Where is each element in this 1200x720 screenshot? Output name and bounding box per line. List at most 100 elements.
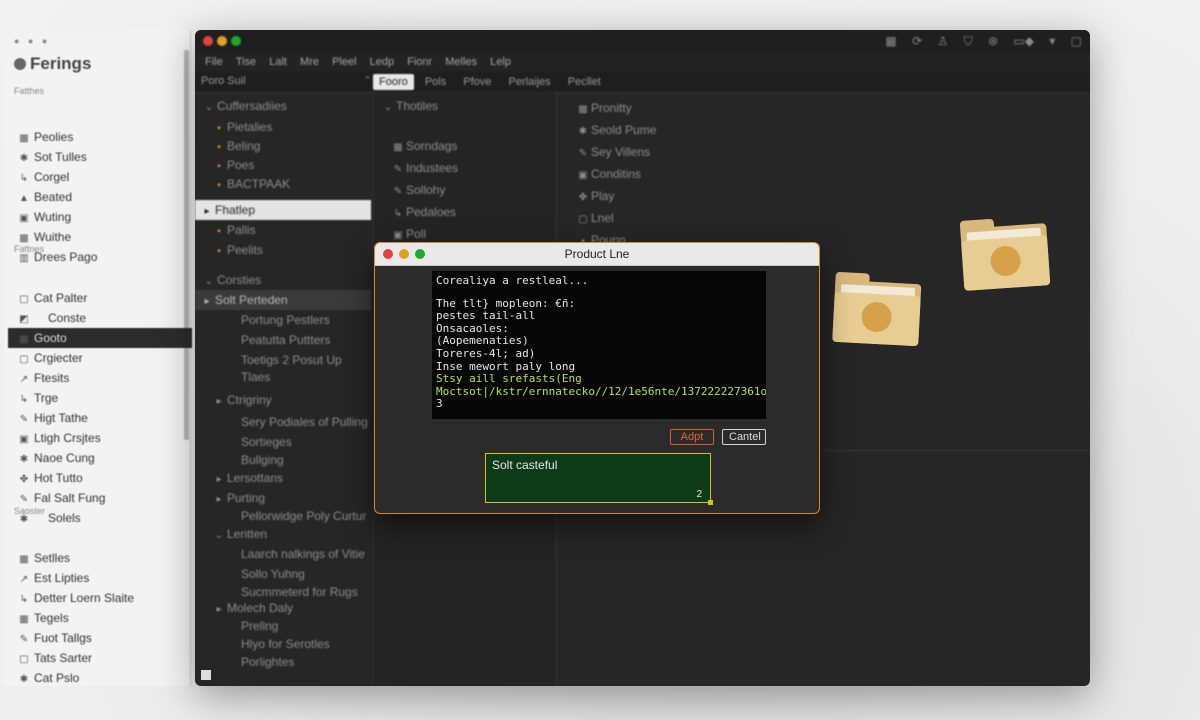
tree-row[interactable]: ⌄ Corsties [201,270,261,290]
folder-icon[interactable] [832,271,922,347]
tree-row[interactable]: Tlaes [225,367,270,387]
sidebar-item[interactable]: ▦ Wuithe [14,227,190,247]
fingerprint-icon[interactable]: ⊛ [988,34,998,48]
lightbulb-icon[interactable]: ▭◆ [1013,34,1034,48]
tree-row[interactable]: ▪ Poes [211,155,254,175]
folder-icon[interactable] [959,215,1051,291]
notes-field[interactable]: Solt casteful 2 [485,453,713,505]
adopt-button[interactable]: Adpt [670,429,714,445]
sidebar-item[interactable]: ▣ Wuting [14,207,190,227]
resize-handle-icon[interactable] [708,500,713,505]
sidebar-item[interactable]: ✎ Higt Tathe [14,408,190,428]
sidebar-item[interactable]: ↳ Detter Loern Slaite [14,588,190,608]
window-icon[interactable]: ▢ [1071,34,1082,48]
menu-ledp[interactable]: Ledp [370,52,394,72]
tab-pols[interactable]: Pols [419,72,452,92]
sidebar-item[interactable]: ▲ Beated [14,187,190,207]
sidebar-item[interactable]: ◩ Conste [14,308,190,328]
tree-row[interactable]: ▸ Molech Daly [211,598,293,618]
sidebar-item[interactable]: ▦ Setlles [14,548,190,568]
sidebar-item[interactable]: ✱ Solels [14,508,190,528]
caret-icon[interactable]: ⌃ [363,74,372,87]
menu-view[interactable]: Lalt [269,52,287,72]
tree-row[interactable]: Porlightes [225,652,294,672]
terminal-output[interactable]: Corealiya a restleal... The tlt} mopleon… [432,271,766,419]
grid-icon[interactable]: ▦ [885,34,896,48]
tree-row[interactable]: ▪ Pallis [211,220,255,240]
cancel-button[interactable]: Cantel [722,429,766,445]
sidebar-item[interactable]: ↳ Trge [14,388,190,408]
detail-row[interactable]: ✤ Play [575,186,615,206]
sidebar-item[interactable]: ✱ Naoe Cung [14,448,190,468]
tree-row[interactable]: Laarch nalkings of Vitie [225,544,365,564]
tree-row[interactable]: ▸ Lersottans [211,468,283,488]
category-row[interactable]: ✎ Industees [390,158,458,178]
tree-row[interactable]: ▸ Fhatlep [195,200,371,220]
detail-row[interactable]: ✱ Seold Pume [575,120,657,140]
tab-perlaijes[interactable]: Perlaijes [502,72,556,92]
sidebar-item[interactable]: ✎ Fal Salt Fung [14,488,190,508]
sidebar-item[interactable]: ✱ Sot Tulles [14,147,190,167]
tree-row[interactable]: Hlyo for Serotles [225,634,330,654]
sidebar-item[interactable]: ↗ Ftesits [14,368,190,388]
tree-row[interactable]: Portung Pestlers [225,310,330,330]
category-row[interactable]: ▦ Sorndags [390,136,457,156]
zoom-icon[interactable] [231,36,241,46]
tree-row[interactable]: ▪ Pietalies [211,117,272,137]
sidebar-window-controls[interactable]: ● ● ● [14,36,50,46]
menu-file[interactable]: File [205,52,223,72]
tree-row[interactable]: ▪ Peelits [211,240,263,260]
sidebar-item[interactable]: ↗ Est Lipties [14,568,190,588]
sidebar-item[interactable]: ▦ Tegels [14,608,190,628]
category-row[interactable]: ↳ Pedaloes [390,202,456,222]
sidebar-item[interactable]: ▣ Ltigh Crsjtes [14,428,190,448]
sidebar-item[interactable]: ✱ Cat Pslo [14,668,190,688]
close-icon[interactable] [203,36,213,46]
chevron-down-icon[interactable]: ▾ [1049,34,1055,48]
sidebar-item[interactable]: ✤ Hot Tutto [14,468,190,488]
tab-pfove[interactable]: Pfove [457,72,497,92]
status-square-icon[interactable] [201,670,211,680]
sidebar-item[interactable]: ▢ Tats Sarter [14,648,190,668]
tree-row[interactable]: ▸ Solt Perteden [195,290,371,310]
sidebar-item[interactable]: ▢ Crgiecter [14,348,190,368]
minimize-icon[interactable] [217,36,227,46]
tree-row[interactable]: Sollo Yuhng [225,564,305,584]
person-icon[interactable]: ♙ [937,34,948,48]
left-pane-tab[interactable]: Poro Suil [201,75,246,87]
sidebar-item[interactable]: ↳ Corgel [14,167,190,187]
category-row[interactable]: ✎ Sollohy [390,180,446,200]
tree-row[interactable]: Prellng [225,616,278,636]
menu-form[interactable]: Fionr [407,52,432,72]
detail-row[interactable]: ✎ Sey Villens [575,142,650,162]
refresh-icon[interactable]: ⟳ [912,34,922,48]
menu-help[interactable]: Lelp [490,52,511,72]
tree-row[interactable]: ▪ Beling [211,136,260,156]
tree-row[interactable]: Peatutta Puttters [225,330,330,350]
sidebar-item[interactable]: ✎ Fuot Tallgs [14,628,190,648]
tree-row[interactable]: ▸ Ctrigriny [211,390,271,410]
menu-modules[interactable]: Melles [445,52,477,72]
category-row[interactable]: ▣ Poll [390,224,426,244]
tree-row[interactable]: ⌄ Lentten [211,524,267,544]
menu-more[interactable]: Mre [300,52,319,72]
detail-row[interactable]: ▢ Lnel [575,208,613,228]
sidebar-item[interactable]: ▥ Drees Pago [14,247,190,267]
tab-pecllet[interactable]: Pecllet [562,72,607,92]
shield-icon[interactable]: ⛉ [964,34,973,48]
menu-edit[interactable]: Tise [236,52,256,72]
tab-fooro[interactable]: Fooro [373,74,414,90]
sidebar-item[interactable]: ▢ Cat Palter [14,288,190,308]
tree-row[interactable]: Pellorwidge Poly Curtur [225,506,366,526]
tree-row[interactable]: Bullging [225,450,284,470]
tree-row[interactable]: ⌄ Cuffersadiies [201,96,287,116]
tree-row[interactable]: ▪ BACTPAAK [211,174,290,194]
category-row[interactable]: ⌄ Thotiles [380,96,438,116]
tree-row[interactable]: Sortieges [225,432,292,452]
sidebar-item[interactable]: ▦ Gooto [8,328,192,348]
menu-panel[interactable]: Pleel [332,52,356,72]
detail-row[interactable]: ▦ Pronitty [575,98,631,118]
tree-row[interactable]: ▸ Purting [211,488,265,508]
tree-row[interactable]: Sery Podiales of Pulling [225,412,368,432]
sidebar-item[interactable]: ▦ Peolies [14,127,190,147]
